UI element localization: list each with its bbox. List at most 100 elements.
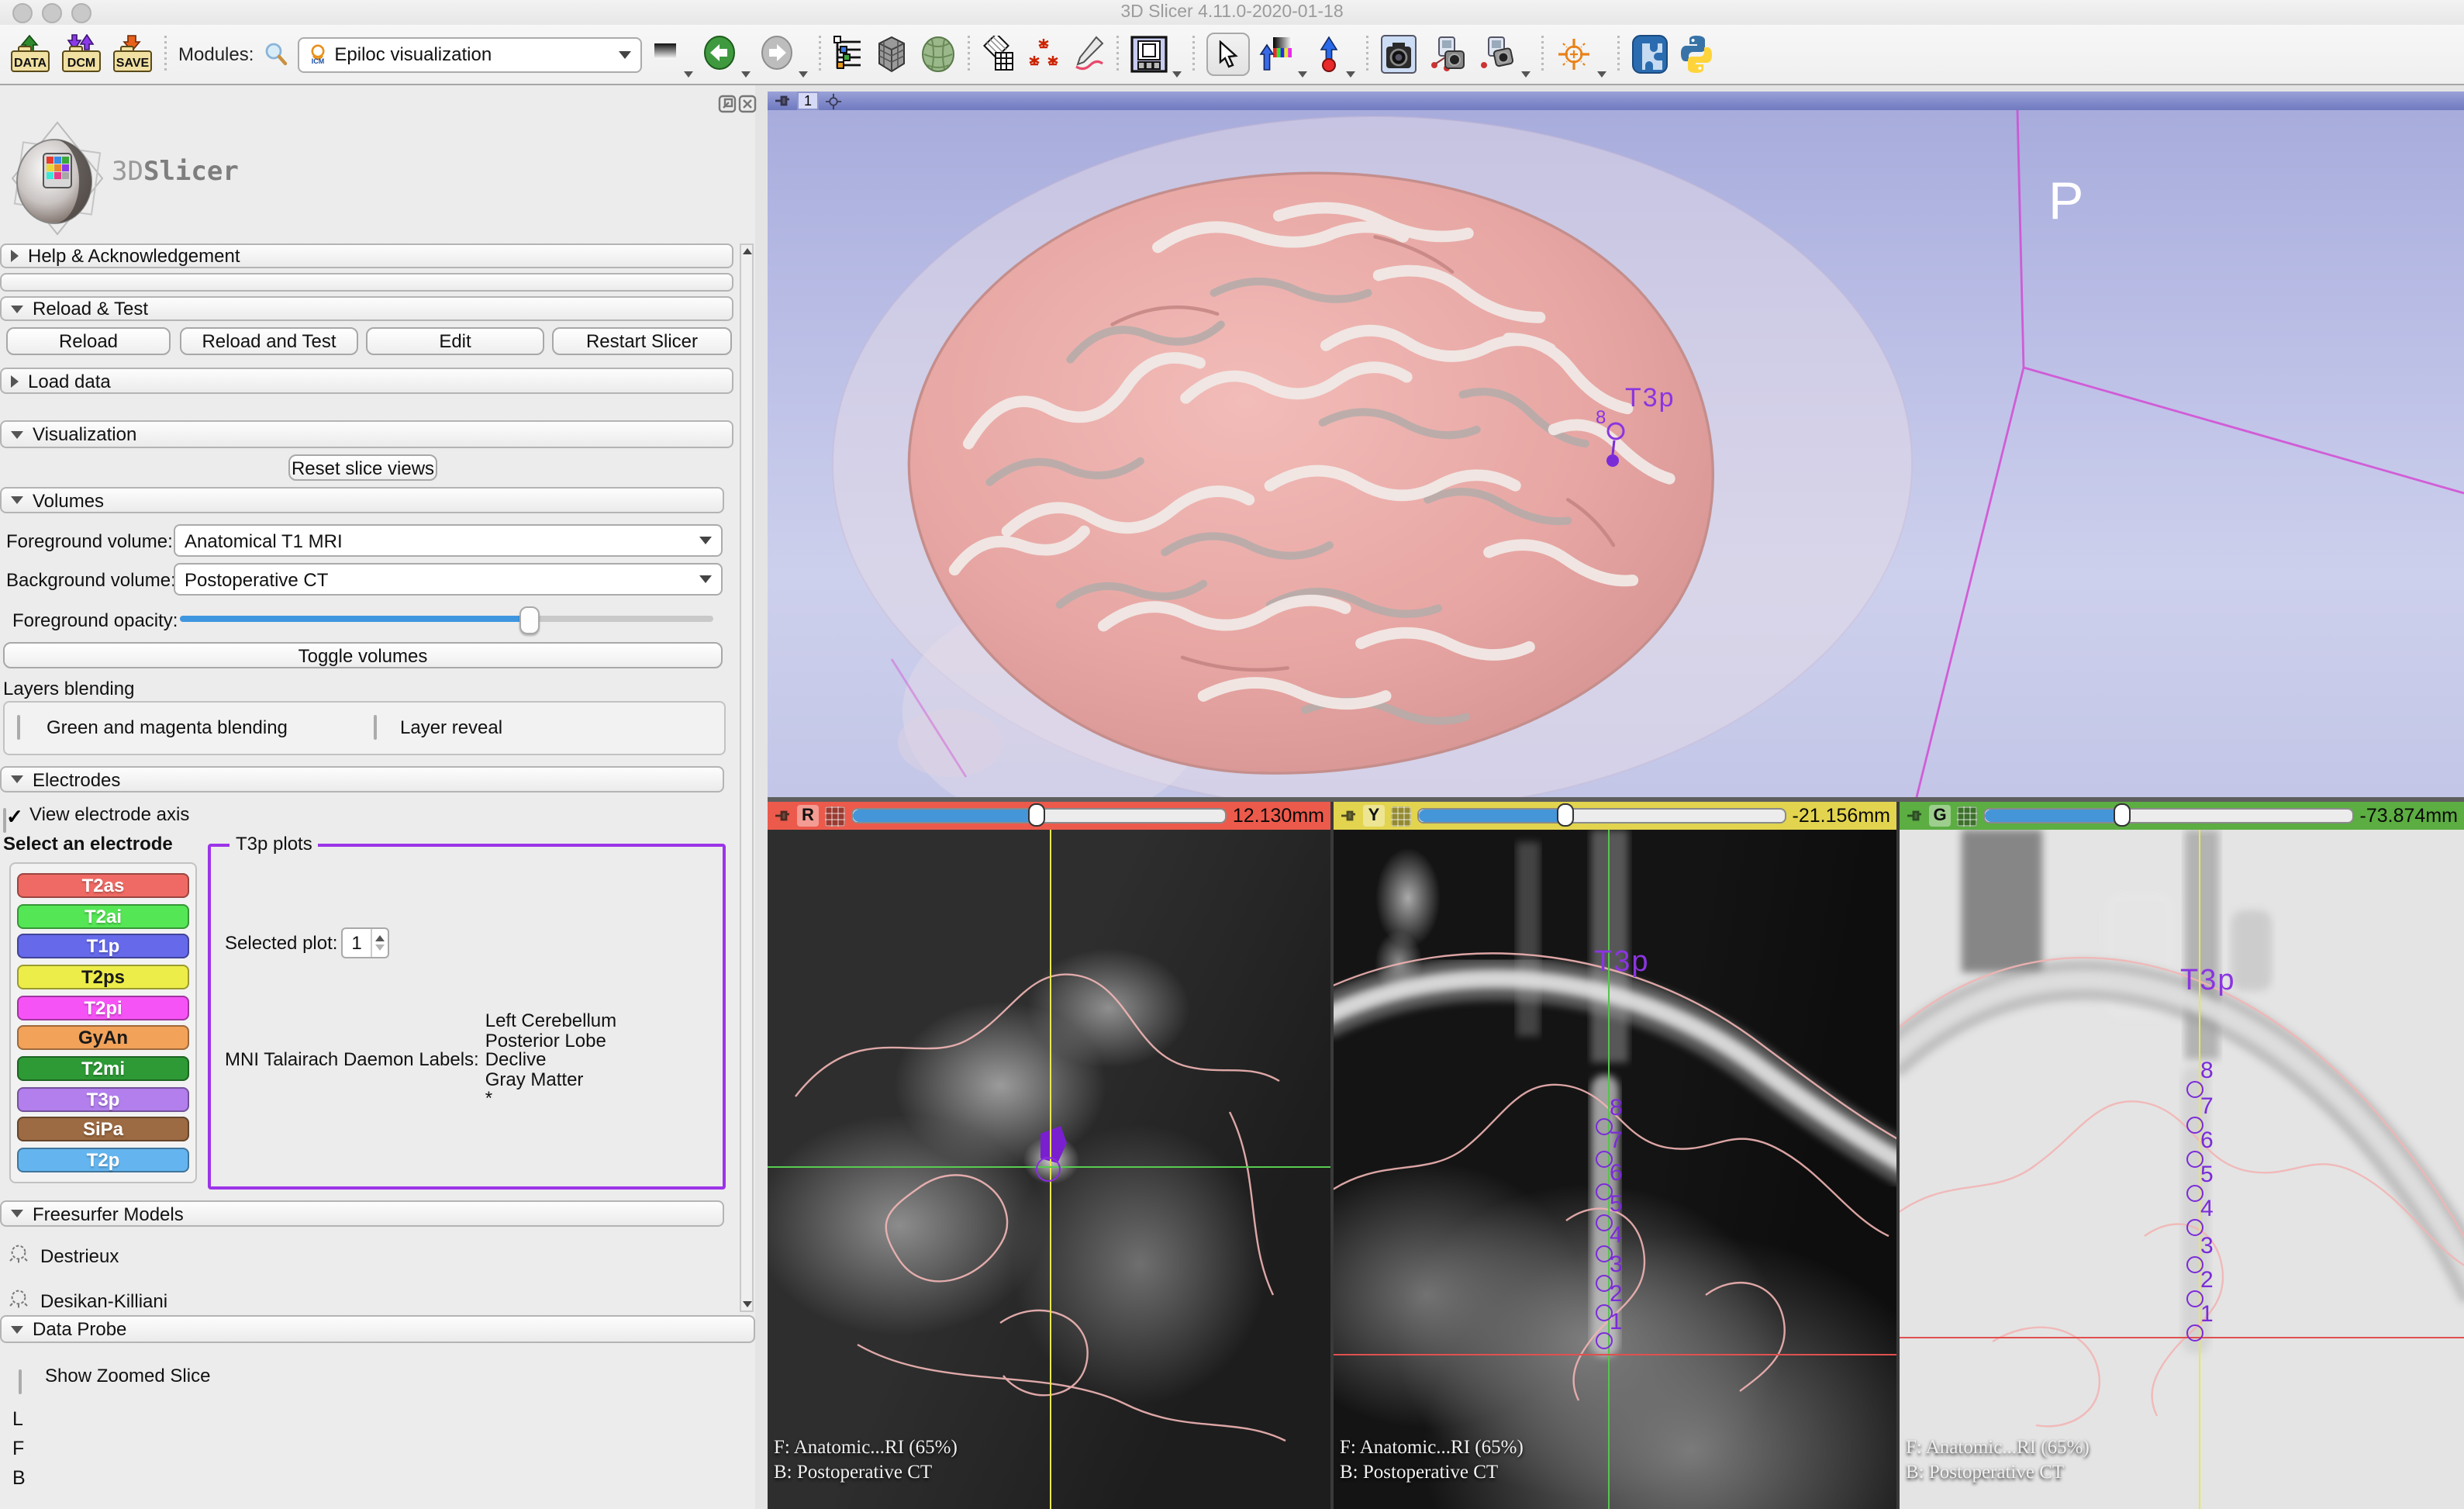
view-crosshair-icon[interactable] [825,92,842,109]
electrode-button-t2mi[interactable]: T2mi [17,1056,189,1081]
visibility-eye-icon[interactable] [8,1242,29,1264]
chevron-down-icon[interactable] [1520,71,1530,78]
view-electrode-axis-checkbox[interactable] [3,808,6,833]
reload-and-test-button[interactable]: Reload and Test [180,327,358,355]
pin-icon[interactable] [774,808,791,824]
module-selector[interactable]: ICM Epiloc visualization [297,36,641,72]
module-search-icon[interactable] [263,42,288,67]
forward-arrow-icon[interactable] [759,36,793,73]
slider-handle[interactable] [1558,803,1575,827]
electrode-button-gyan[interactable]: GyAn [17,1026,189,1051]
pin-icon[interactable] [1340,808,1357,824]
electrode-button-t1p[interactable]: T1p [17,934,189,959]
spinbox-arrows[interactable] [371,929,388,957]
save-icon[interactable]: SAVE [112,34,154,74]
slice-offset-slider[interactable] [851,808,1227,824]
section-electrodes[interactable]: Electrodes [0,766,724,792]
chevron-down-icon[interactable] [1596,71,1606,78]
green-slice-bar[interactable]: G -73.874mm [1900,802,2464,830]
section-help-acknowledgement[interactable]: Help & Acknowledgement [0,243,733,268]
extensions-manager-icon[interactable] [1631,34,1668,74]
volume-rendering-icon[interactable] [872,34,909,74]
markups-icon[interactable] [1024,36,1061,73]
close-panel-icon[interactable] [738,95,757,113]
electrode-button-t2pi[interactable]: T2pi [17,995,189,1020]
save-folder-text: SAVE [116,57,150,70]
subject-hierarchy-icon[interactable] [832,36,863,73]
red-slice-bar[interactable]: R 12.130mm [768,802,1330,830]
segmentation-icon[interactable] [919,36,956,73]
load-dicom-icon[interactable]: DCM [60,34,102,74]
back-arrow-icon[interactable] [702,36,736,73]
slice-offset-slider[interactable] [1983,808,2354,824]
electrode-button-t2ps[interactable]: T2ps [17,965,189,989]
green-magenta-checkbox[interactable] [17,715,20,740]
scroll-up-icon[interactable] [742,248,751,254]
layout-selector-icon[interactable] [1130,36,1167,73]
yellow-slice-view[interactable]: T3p 8 7 6 5 4 3 2 1 F: Anatomic...RI (65… [1334,830,1896,1509]
pin-icon[interactable] [774,93,791,109]
section-reload-test[interactable]: Reload & Test [0,296,733,321]
scene-view-capture-icon[interactable] [1426,36,1466,73]
foreground-opacity-slider[interactable] [180,616,713,622]
chevron-down-icon[interactable] [740,71,750,78]
chevron-down-icon[interactable] [1345,71,1355,78]
pin-icon[interactable] [1906,808,1923,824]
toolbar-separator [1364,36,1370,73]
electrode-button-t2ai[interactable]: T2ai [17,903,189,928]
threeD-view[interactable]: P T3p 8 [768,110,2464,797]
python-console-icon[interactable] [1677,34,1714,74]
background-volume-select[interactable]: Postoperative CT [174,563,723,596]
foreground-volume-select[interactable]: Anatomical T1 MRI [174,524,723,557]
restart-slicer-button[interactable]: Restart Slicer [552,327,732,355]
red-slice-view[interactable]: F: Anatomic...RI (65%) B: Postoperative … [768,830,1330,1509]
section-load-data[interactable]: Load data [0,368,733,394]
section-freesurfer-models[interactable]: Freesurfer Models [0,1200,724,1227]
section-visualization[interactable]: Visualization [0,420,733,448]
electrode-button-t2as[interactable]: T2as [17,873,189,898]
chevron-down-icon[interactable] [1297,71,1306,78]
show-zoomed-slice-checkbox[interactable] [19,1369,22,1394]
edit-button[interactable]: Edit [366,327,544,355]
scene-view-restore-icon[interactable] [1475,36,1516,73]
threeD-view-header[interactable]: 1 [768,92,2464,110]
electrode-button-t2p[interactable]: T2p [17,1148,189,1172]
slider-handle[interactable] [519,606,539,634]
crosshair-icon[interactable] [1555,36,1592,73]
toggle-volumes-button[interactable]: Toggle volumes [3,642,723,668]
undock-panel-icon[interactable] [718,95,737,113]
pointer-tool-button[interactable] [1206,33,1249,76]
window-level-tool-icon[interactable] [1258,36,1292,73]
electrode-button-sipa[interactable]: SiPa [17,1117,189,1142]
module-icon: ICM [308,43,326,65]
slice-offset-slider[interactable] [1417,808,1786,824]
undo-history-icon[interactable] [651,40,678,68]
visibility-eye-icon[interactable] [8,1287,29,1309]
slice-menu-icon[interactable] [1391,806,1411,826]
yellow-slice-bar[interactable]: Y -21.156mm [1334,802,1896,830]
transforms-icon[interactable] [981,36,1015,73]
chevron-down-icon[interactable] [1172,71,1181,78]
slice-menu-icon[interactable] [825,806,845,826]
section-volumes[interactable]: Volumes [0,487,724,513]
selected-plot-spinbox[interactable]: 1 [341,927,389,958]
layers-blending-group: Green and magenta blending Layer reveal [3,701,726,755]
load-data-icon[interactable]: DATA [9,34,51,74]
slider-handle[interactable] [2113,803,2130,827]
slider-handle[interactable] [1027,803,1044,827]
annotations-icon[interactable] [1071,36,1105,73]
screenshot-icon[interactable] [1379,34,1417,74]
green-slice-view[interactable]: T3p 8 7 6 5 4 3 2 1 F: Anatomic...RI (65… [1900,830,2464,1509]
chevron-down-icon[interactable] [683,71,692,78]
freesurfer-model-destrieux[interactable]: Destrieux [40,1245,119,1267]
freesurfer-model-desikan[interactable]: Desikan-Killiani [40,1290,167,1312]
slice-menu-icon[interactable] [1957,806,1977,826]
panel-scrollbar[interactable] [740,243,754,1312]
reset-slice-views-button[interactable]: Reset slice views [288,454,437,481]
place-fiducial-icon[interactable] [1316,36,1341,73]
scroll-down-icon[interactable] [742,1301,751,1307]
reload-button[interactable]: Reload [6,327,171,355]
section-data-probe[interactable]: Data Probe [0,1315,755,1343]
electrode-button-t3p[interactable]: T3p [17,1086,189,1111]
layer-reveal-checkbox[interactable] [374,715,377,740]
